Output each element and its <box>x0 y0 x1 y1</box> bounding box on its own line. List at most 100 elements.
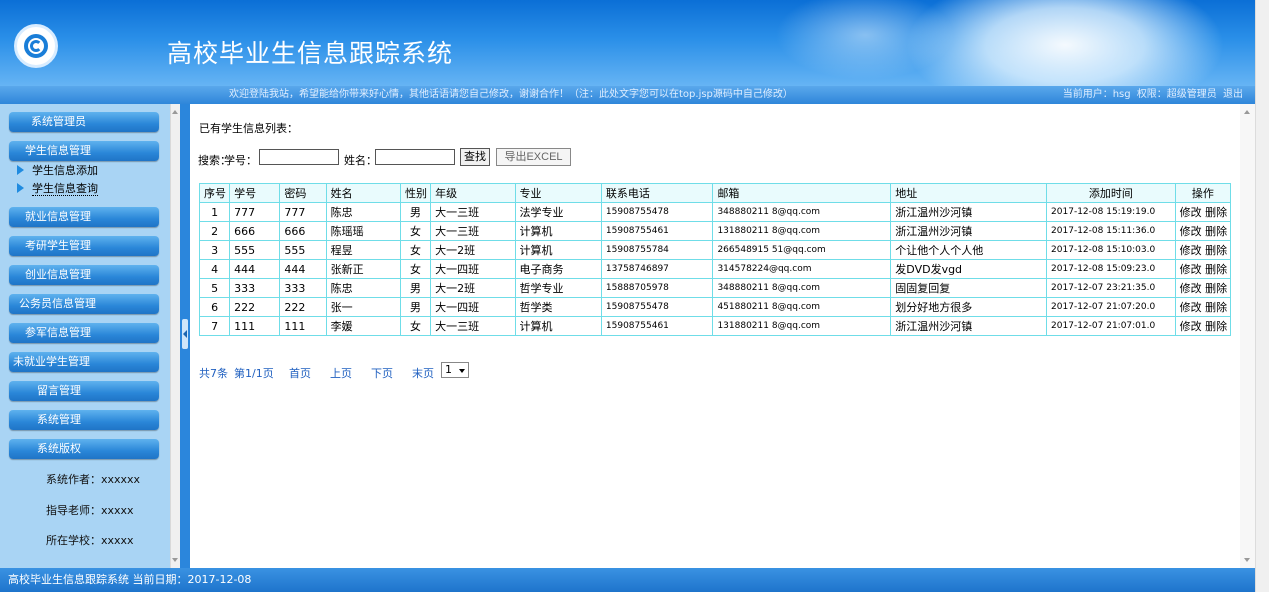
menu-military-info[interactable]: 参军信息管理 <box>9 323 159 343</box>
menu-system-admin[interactable]: 系统管理员 <box>9 112 159 132</box>
table-row: 2 666 666 陈瑶瑶 女 大一三班 计算机 15908755461 131… <box>198 221 1232 241</box>
collapse-sidebar-button[interactable] <box>182 319 188 349</box>
cell-grade: 大一三班 <box>430 202 516 222</box>
cell-added-time: 2017-12-07 21:07:01.0 <box>1046 316 1176 336</box>
chevron-down-icon <box>459 369 465 373</box>
cell-password: 555 <box>279 240 327 260</box>
cell-major: 计算机 <box>514 316 602 336</box>
edit-link[interactable]: 修改 <box>1180 320 1202 333</box>
delete-link[interactable]: 删除 <box>1205 263 1227 276</box>
cell-student-no: 777 <box>229 202 281 222</box>
edit-link[interactable]: 修改 <box>1180 282 1202 295</box>
page-select-value: 1 <box>445 363 452 376</box>
credit-school: 所在学校：xxxxx <box>46 534 134 547</box>
system-title: 高校毕业生信息跟踪系统 <box>167 39 454 68</box>
cell-added-time: 2017-12-08 15:09:23.0 <box>1046 259 1176 279</box>
sidebar-scrollbar[interactable] <box>170 104 180 568</box>
scroll-down-icon[interactable] <box>172 558 178 562</box>
menu-copyright[interactable]: 系统版权 <box>9 439 159 459</box>
submenu-student-query[interactable]: 学生信息查询 <box>17 182 98 196</box>
edit-link[interactable]: 修改 <box>1180 225 1202 238</box>
cell-address: 划分好地方很多 <box>890 297 1048 317</box>
cell-name: 陈瑶瑶 <box>325 221 401 241</box>
cell-address: 浙江温州沙河镇 <box>890 221 1048 241</box>
cell-address: 浙江温州沙河镇 <box>890 316 1048 336</box>
edit-link[interactable]: 修改 <box>1180 206 1202 219</box>
page-scrollbar[interactable] <box>1255 0 1269 592</box>
menu-employment-info[interactable]: 就业信息管理 <box>9 207 159 227</box>
cell-address: 个让他个人个人他 <box>890 240 1048 260</box>
cell-gender: 女 <box>399 240 432 260</box>
cell-added-time: 2017-12-08 15:19:19.0 <box>1046 202 1176 222</box>
cell-email: 131880211 8@qq.com <box>712 221 892 241</box>
edit-link[interactable]: 修改 <box>1180 263 1202 276</box>
table-row: 5 333 333 陈忠 男 大一2班 哲学专业 15888705978 348… <box>198 278 1232 298</box>
delete-link[interactable]: 删除 <box>1205 301 1227 314</box>
menu-postgraduate[interactable]: 考研学生管理 <box>9 236 159 256</box>
scroll-up-icon[interactable] <box>1244 110 1250 114</box>
first-page-link[interactable]: 首页 <box>289 365 311 381</box>
menu-unemployed[interactable]: 未就业学生管理 <box>9 352 159 372</box>
cell-added-time: 2017-12-08 15:11:36.0 <box>1046 221 1176 241</box>
cell-email: 266548915 51@qq.com <box>712 240 892 260</box>
column-header-added-time: 添加时间 <box>1046 183 1176 203</box>
search-button[interactable]: 查找 <box>460 148 490 166</box>
cell-seq: 3 <box>198 240 231 260</box>
frame-splitter[interactable] <box>180 104 190 568</box>
edit-link[interactable]: 修改 <box>1180 244 1202 257</box>
export-excel-button[interactable]: 导出EXCEL <box>496 148 571 166</box>
menu-civil-servant[interactable]: 公务员信息管理 <box>9 294 159 314</box>
footer-bar: 高校毕业生信息跟踪系统 当前日期：2017-12-08 <box>0 568 1255 592</box>
student-no-label: 学号： <box>224 154 257 167</box>
table-row: 3 555 555 程昱 女 大一2班 计算机 15908755784 2665… <box>198 240 1232 260</box>
delete-link[interactable]: 删除 <box>1205 206 1227 219</box>
cell-password: 111 <box>279 316 327 336</box>
menu-student-info[interactable]: 学生信息管理 <box>9 141 159 161</box>
list-title: 已有学生信息列表： <box>199 122 298 135</box>
cell-student-no: 222 <box>229 297 281 317</box>
column-header-grade: 年级 <box>430 183 516 203</box>
menu-system-manage[interactable]: 系统管理 <box>9 410 159 430</box>
delete-link[interactable]: 删除 <box>1205 244 1227 257</box>
main-scrollbar[interactable] <box>1240 104 1255 568</box>
delete-link[interactable]: 删除 <box>1205 225 1227 238</box>
cell-actions: 修改 删除 <box>1174 278 1232 298</box>
cell-actions: 修改 删除 <box>1174 259 1232 279</box>
cell-gender: 女 <box>399 316 432 336</box>
edit-link[interactable]: 修改 <box>1180 301 1202 314</box>
cell-major: 哲学类 <box>514 297 602 317</box>
cell-phone: 15908755461 <box>600 316 714 336</box>
cell-email: 314578224@qq.com <box>712 259 892 279</box>
menu-messages[interactable]: 留言管理 <box>9 381 159 401</box>
submenu-student-add[interactable]: 学生信息添加 <box>17 164 98 178</box>
page-indicator: 第1/1页 <box>234 367 274 380</box>
menu-startup-info[interactable]: 创业信息管理 <box>9 265 159 285</box>
delete-link[interactable]: 删除 <box>1205 320 1227 333</box>
cell-major: 电子商务 <box>514 259 602 279</box>
prev-page-link[interactable]: 上页 <box>330 365 352 381</box>
cell-gender: 女 <box>399 259 432 279</box>
menu-label: 学生信息管理 <box>25 144 91 157</box>
cell-grade: 大一四班 <box>430 259 516 279</box>
last-page-link[interactable]: 末页 <box>412 365 434 381</box>
column-header-email: 邮箱 <box>712 183 892 203</box>
student-no-input[interactable] <box>259 149 339 165</box>
column-header-phone: 联系电话 <box>600 183 714 203</box>
page-select[interactable]: 1 <box>441 362 469 378</box>
cell-gender: 男 <box>399 202 432 222</box>
scroll-up-icon[interactable] <box>172 110 178 114</box>
menu-label: 就业信息管理 <box>25 210 91 223</box>
logout-link[interactable]: 退出 <box>1223 89 1243 100</box>
cell-name: 李媛 <box>325 316 401 336</box>
cell-actions: 修改 删除 <box>1174 240 1232 260</box>
cell-password: 444 <box>279 259 327 279</box>
column-header-actions: 操作 <box>1174 183 1232 203</box>
delete-link[interactable]: 删除 <box>1205 282 1227 295</box>
column-header-student-no: 学号 <box>229 183 281 203</box>
menu-label: 公务员信息管理 <box>19 297 96 310</box>
next-page-link[interactable]: 下页 <box>371 365 393 381</box>
column-header-address: 地址 <box>890 183 1048 203</box>
cell-student-no: 555 <box>229 240 281 260</box>
scroll-down-icon[interactable] <box>1244 558 1250 562</box>
name-input[interactable] <box>375 149 455 165</box>
